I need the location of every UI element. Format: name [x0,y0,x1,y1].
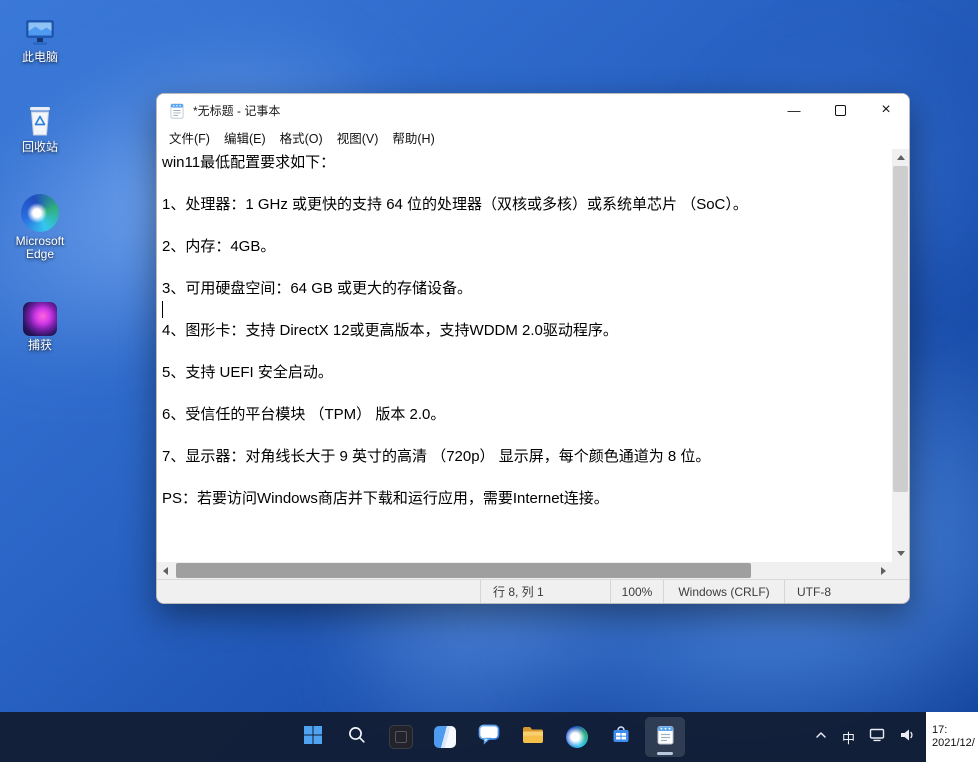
taskbar-file-explorer-button[interactable] [513,717,553,757]
clock-time: 17: [932,724,948,736]
text-line: 7、显示器：对角线长大于 9 英寸的高清 （720p） 显示屏，每个颜色通道为 … [162,448,711,465]
taskbar-start-button[interactable] [293,717,333,757]
search-icon [347,725,367,750]
text-line: 3、可用硬盘空间：64 GB 或更大的存储设备。 [162,280,473,297]
volume-icon [899,727,915,748]
taskbar-widgets-button[interactable] [425,717,465,757]
store-icon [611,725,631,750]
desktop-icon-recycle-bin[interactable]: 回收站 [6,98,74,154]
scroll-down-arrow-icon[interactable] [892,545,909,562]
tray-chevron-up-button[interactable] [807,719,835,755]
text-line: 4、图形卡：支持 DirectX 12或更高版本，支持WDDM 2.0驱动程序。 [162,322,618,339]
taskbar: 中 17: 2021/12/ [0,712,978,762]
text-line: win11最低配置要求如下： [162,154,336,171]
status-encoding: UTF-8 [784,580,909,603]
maximize-icon [834,104,846,116]
text-line: 2、内存：4GB。 [162,238,276,255]
scroll-right-arrow-icon[interactable] [875,562,892,579]
text-line: 5、支持 UEFI 安全启动。 [162,364,333,381]
tray-ime-indicator[interactable]: 中 [835,719,862,755]
text-editor-area[interactable]: win11最低配置要求如下： 1、处理器：1 GHz 或更快的支持 64 位的处… [157,149,892,562]
scroll-up-arrow-icon[interactable] [892,149,909,166]
title-bar[interactable]: *无标题 - 记事本 — × [157,94,909,126]
text-line: 6、受信任的平台模块 （TPM） 版本 2.0。 [162,406,446,423]
maximize-button[interactable] [817,94,863,126]
text-line: 1、处理器：1 GHz 或更快的支持 64 位的处理器（双核或多核）或系统单芯片… [162,196,748,213]
text-line: PS：若要访问Windows商店并下载和运行应用，需要Internet连接。 [162,490,609,507]
taskbar-task-view-button[interactable] [381,717,421,757]
capture-icon [6,296,74,336]
status-line-ending: Windows (CRLF) [663,580,784,603]
desktop: 此电脑 回收站 Microsoft Edge 捕获 *无标题 - 记事本 — ×… [0,0,978,762]
menu-format[interactable]: 格式(O) [273,126,330,149]
tray-clock[interactable]: 17: 2021/12/ [926,712,978,762]
status-zoom-level: 100% [610,580,663,603]
notepad-window: *无标题 - 记事本 — × 文件(F) 编辑(E) 格式(O) 视图(V) 帮… [156,93,910,604]
menu-bar: 文件(F) 编辑(E) 格式(O) 视图(V) 帮助(H) [157,126,909,149]
menu-help[interactable]: 帮助(H) [385,126,441,149]
start-icon [303,725,323,750]
scroll-left-arrow-icon[interactable] [157,562,174,579]
clock-date: 2021/12/ [932,737,975,749]
menu-edit[interactable]: 编辑(E) [217,126,273,149]
scrollbar-corner [892,562,909,579]
desktop-icon-edge[interactable]: Microsoft Edge [6,192,74,261]
status-bar: 行 8, 列 1 100% Windows (CRLF) UTF-8 [157,579,909,603]
desktop-icon-label: 此电脑 [21,50,58,64]
menu-view[interactable]: 视图(V) [330,126,386,149]
minimize-button[interactable]: — [771,94,817,126]
tray-volume-button[interactable] [892,719,922,755]
vertical-scrollbar[interactable] [892,149,909,562]
task-view-icon [389,725,413,749]
window-title: *无标题 - 记事本 [193,103,281,118]
running-app-indicator [657,752,673,755]
menu-file[interactable]: 文件(F) [162,126,217,149]
this-pc-icon [6,8,74,48]
desktop-icon-label: 捕获 [27,338,52,352]
tray-network-button[interactable] [862,719,892,755]
edge-icon [6,192,74,232]
taskbar-search-button[interactable] [337,717,377,757]
desktop-icon-label: 回收站 [21,140,58,154]
taskbar-chat-button[interactable] [469,717,509,757]
desktop-icon-capture[interactable]: 捕获 [6,296,74,352]
chevron-up-icon [814,728,828,747]
network-icon [869,727,885,748]
text-caret [162,301,163,318]
horizontal-scrollbar[interactable] [157,562,909,579]
vertical-scrollbar-thumb[interactable] [893,166,908,492]
edge-icon [566,726,588,748]
file-explorer-icon [522,726,544,749]
status-cursor-position: 行 8, 列 1 [480,580,610,603]
desktop-icon-label: Microsoft Edge [15,234,65,261]
taskbar-tray: 中 17: 2021/12/ [807,712,978,762]
taskbar-center-icons [293,712,685,762]
horizontal-scrollbar-thumb[interactable] [176,563,751,578]
taskbar-notepad-button[interactable] [645,717,685,757]
recycle-bin-icon [6,98,74,138]
notepad-icon [657,724,674,750]
taskbar-edge-button[interactable] [557,717,597,757]
status-spacer [157,580,480,603]
notepad-app-icon [170,102,184,119]
desktop-icon-this-pc[interactable]: 此电脑 [6,8,74,64]
widgets-icon [434,726,456,748]
taskbar-store-button[interactable] [601,717,641,757]
chat-icon [478,724,500,750]
close-button[interactable]: × [863,94,909,126]
